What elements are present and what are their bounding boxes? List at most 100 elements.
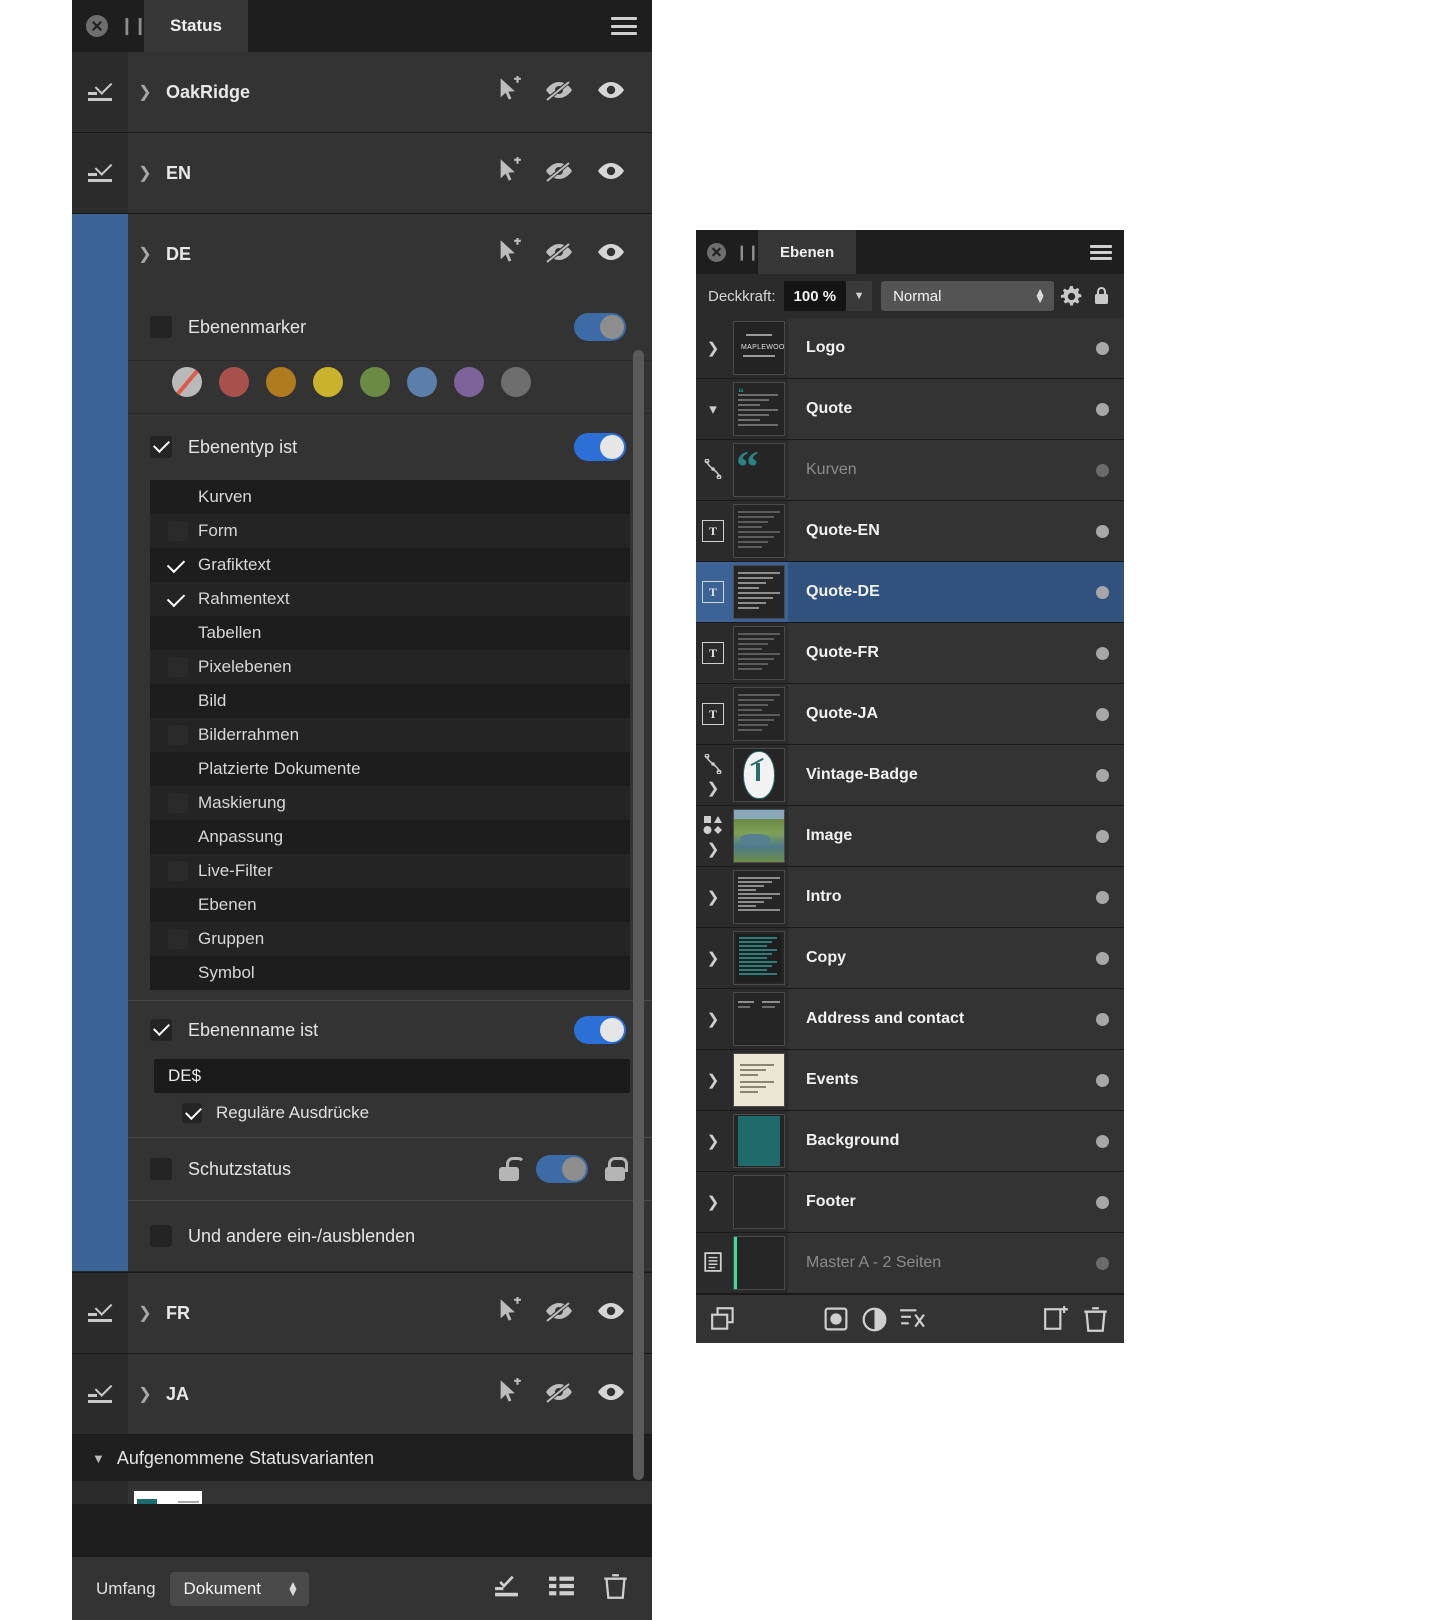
scope-select[interactable]: Dokument ▲ ▼: [169, 1571, 309, 1606]
layer-gutter[interactable]: T: [696, 501, 730, 561]
layer-gutter[interactable]: T: [696, 684, 730, 744]
layer-type-option[interactable]: Bild: [150, 684, 630, 718]
layer-type-option[interactable]: Bilderrahmen: [150, 718, 630, 752]
layer-visibility-dot[interactable]: [1080, 867, 1124, 927]
new-layer-icon[interactable]: [1043, 1306, 1069, 1332]
protection-toggle[interactable]: [536, 1155, 588, 1183]
layer-type-option[interactable]: Gruppen: [150, 922, 630, 956]
layer-type-option[interactable]: Rahmentext: [150, 582, 630, 616]
status-group-fr[interactable]: ❯ FR: [72, 1273, 652, 1354]
close-icon[interactable]: [72, 0, 122, 52]
layer-visibility-dot[interactable]: [1080, 1050, 1124, 1110]
show-eye-icon[interactable]: [596, 1381, 626, 1408]
chevron-right-icon[interactable]: ❯: [707, 339, 720, 357]
layer-row[interactable]: ❯ Address and contact: [696, 989, 1124, 1050]
layer-row[interactable]: ❯ Background: [696, 1111, 1124, 1172]
swatch-yellow[interactable]: [313, 367, 343, 397]
layer-type-option[interactable]: Symbol: [150, 956, 630, 990]
layer-visibility-dot[interactable]: [1080, 1233, 1124, 1293]
condition-protection[interactable]: Schutzstatus: [128, 1137, 652, 1200]
check-list-icon[interactable]: [493, 1574, 520, 1603]
swatch-green[interactable]: [360, 367, 390, 397]
layer-type-toggle[interactable]: [574, 433, 626, 461]
condition-layer-marker[interactable]: Ebenenmarker: [128, 294, 652, 361]
chevron-right-icon[interactable]: ❯: [128, 82, 162, 102]
layer-gutter[interactable]: ❯: [696, 1172, 730, 1232]
layer-visibility-dot[interactable]: [1080, 318, 1124, 378]
status-group-ja[interactable]: ❯ JA: [72, 1354, 652, 1435]
mask-icon[interactable]: [824, 1307, 848, 1331]
layer-type-list[interactable]: Kurven Form Grafiktext Rahmentext Tabellen Pi…: [150, 480, 630, 990]
variant-row[interactable]: DE Monochrome images 358 Ebenen: [72, 1481, 652, 1504]
hamburger-menu-icon[interactable]: [1078, 230, 1124, 274]
swatch-red[interactable]: [219, 367, 249, 397]
hide-eye-icon[interactable]: [544, 1380, 574, 1409]
layer-visibility-dot[interactable]: [1080, 684, 1124, 744]
vertical-scrollbar[interactable]: [633, 350, 644, 1480]
swatch-purple[interactable]: [454, 367, 484, 397]
tab-status[interactable]: Status: [144, 0, 248, 52]
group-gutter-icon[interactable]: [72, 1273, 128, 1353]
layer-row[interactable]: ❯ MAPLEWOOD Logo: [696, 318, 1124, 379]
chevron-right-icon[interactable]: ❯: [707, 840, 720, 858]
layer-marker-checkbox[interactable]: [150, 316, 172, 338]
layer-gutter[interactable]: ▾: [696, 379, 730, 439]
swatch-blue[interactable]: [407, 367, 437, 397]
layer-type-option[interactable]: Maskierung: [150, 786, 630, 820]
chevron-down-icon[interactable]: ❯: [128, 244, 162, 264]
layer-name-toggle[interactable]: [574, 1016, 626, 1044]
chevron-down-icon[interactable]: ▾: [709, 400, 717, 418]
layer-type-checkbox[interactable]: [150, 436, 172, 458]
opacity-input[interactable]: 100 %: [783, 281, 847, 311]
layer-row[interactable]: ❯ Image: [696, 806, 1124, 867]
layer-type-option[interactable]: Anpassung: [150, 820, 630, 854]
layer-gutter[interactable]: [696, 440, 730, 500]
show-eye-icon[interactable]: [596, 79, 626, 106]
group-gutter-icon[interactable]: [72, 214, 128, 294]
chevron-right-icon[interactable]: ❯: [707, 949, 720, 967]
layer-visibility-dot[interactable]: [1080, 379, 1124, 439]
gear-icon[interactable]: [1054, 285, 1088, 308]
layer-type-option[interactable]: Grafiktext: [150, 548, 630, 582]
tab-ebenen[interactable]: Ebenen: [758, 230, 857, 274]
layer-row[interactable]: ❯ Intro: [696, 867, 1124, 928]
layer-visibility-dot[interactable]: [1080, 806, 1124, 866]
chevron-down-icon[interactable]: ▼: [92, 1451, 105, 1466]
group-gutter-icon[interactable]: [72, 1354, 128, 1434]
layer-row[interactable]: T Quote-FR: [696, 623, 1124, 684]
layer-gutter[interactable]: ❯: [696, 989, 730, 1049]
hide-eye-icon[interactable]: [544, 1299, 574, 1328]
lock-icon[interactable]: [1088, 286, 1114, 306]
layer-type-option[interactable]: Tabellen: [150, 616, 630, 650]
layer-type-option[interactable]: Ebenen: [150, 888, 630, 922]
condition-layer-name[interactable]: Ebenenname ist: [128, 1000, 652, 1059]
select-cursor-icon[interactable]: [495, 1297, 522, 1329]
regex-option[interactable]: Reguläre Ausdrücke: [128, 1093, 652, 1131]
grip-icon[interactable]: ❙❙: [735, 230, 759, 274]
close-icon[interactable]: [696, 230, 736, 274]
show-others-checkbox[interactable]: [150, 1225, 172, 1247]
select-cursor-icon[interactable]: [495, 76, 522, 108]
swatch-none[interactable]: [172, 367, 202, 397]
layer-type-option[interactable]: Platzierte Dokumente: [150, 752, 630, 786]
chevron-right-icon[interactable]: ❯: [707, 1193, 720, 1211]
grip-icon[interactable]: ❙❙: [120, 0, 148, 52]
protection-checkbox[interactable]: [150, 1158, 172, 1180]
select-cursor-icon[interactable]: [495, 157, 522, 189]
blend-mode-select[interactable]: Normal ▲ ▼: [881, 281, 1054, 311]
select-cursor-icon[interactable]: [495, 238, 522, 270]
layer-visibility-dot[interactable]: [1080, 562, 1124, 622]
layer-row[interactable]: T Quote-JA: [696, 684, 1124, 745]
layer-gutter[interactable]: ❯: [696, 745, 730, 805]
layer-visibility-dot[interactable]: [1080, 1172, 1124, 1232]
swatch-gray[interactable]: [501, 367, 531, 397]
trash-icon[interactable]: [1083, 1306, 1108, 1333]
chevron-right-icon[interactable]: ❯: [707, 888, 720, 906]
status-group-en[interactable]: ❯ EN: [72, 133, 652, 214]
hamburger-menu-icon[interactable]: [596, 0, 652, 52]
layer-row[interactable]: ❯ Vintage-Badge: [696, 745, 1124, 806]
regex-checkbox[interactable]: [182, 1103, 202, 1123]
chevron-right-icon[interactable]: ❯: [128, 163, 162, 183]
layer-visibility-dot[interactable]: [1080, 501, 1124, 561]
chevron-right-icon[interactable]: ❯: [707, 779, 720, 797]
